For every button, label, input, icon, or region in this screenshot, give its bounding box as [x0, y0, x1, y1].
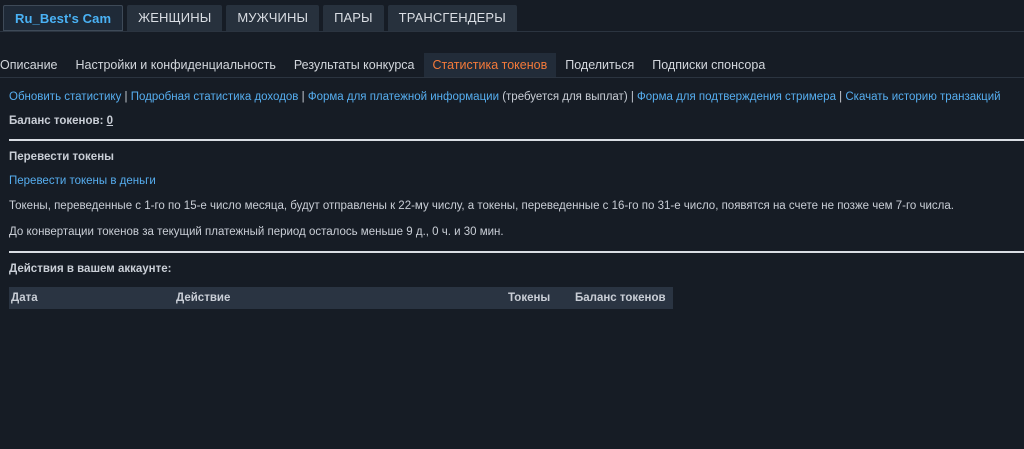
tab-token-stats[interactable]: Статистика токенов — [423, 53, 557, 77]
link-separator: | — [630, 91, 634, 103]
tab-couples[interactable]: ПАРЫ — [323, 5, 384, 31]
token-balance: Баланс токенов: 0 — [9, 115, 113, 127]
top-nav: Ru_Best's Cam ЖЕНЩИНЫ МУЖЧИНЫ ПАРЫ ТРАНС… — [3, 5, 521, 31]
activity-title: Действия в вашем аккаунте: — [9, 263, 172, 275]
token-balance-value: 0 — [106, 115, 114, 127]
convert-tokens-link[interactable]: Перевести токены в деньги — [9, 175, 156, 187]
col-action: Действие — [176, 292, 231, 304]
tab-contest-results[interactable]: Результаты конкурса — [285, 53, 424, 77]
tab-men[interactable]: МУЖЧИНЫ — [226, 5, 320, 31]
tab-description[interactable]: Описание — [0, 53, 67, 77]
link-separator: | — [124, 91, 128, 103]
section-divider — [9, 139, 1024, 141]
stats-links: Обновить статистику | Подробная статисти… — [9, 91, 1001, 103]
download-history-link[interactable]: Скачать историю транзакций — [845, 91, 1000, 103]
streamer-form-link[interactable]: Форма для подтверждения стримера — [637, 91, 836, 103]
convert-title: Перевести токены — [9, 151, 114, 163]
tab-share[interactable]: Поделиться — [556, 53, 643, 77]
convert-info-text: Токены, переведенные с 1-го по 15-е числ… — [9, 200, 954, 212]
tab-room[interactable]: Ru_Best's Cam — [3, 5, 124, 31]
col-date: Дата — [11, 292, 38, 304]
payment-note: (требуется для выплат) — [499, 91, 631, 103]
link-separator: | — [839, 91, 843, 103]
tab-settings-privacy[interactable]: Настройки и конфиденциальность — [67, 53, 285, 77]
tab-sponsor-subscriptions[interactable]: Подписки спонсора — [643, 53, 774, 77]
sub-nav: Описание Настройки и конфиденциальность … — [0, 53, 774, 77]
payment-form-link[interactable]: Форма для платежной информации — [308, 91, 499, 103]
activity-table-header: Дата Действие Токены Баланс токенов — [9, 287, 673, 309]
sub-divider — [0, 77, 1024, 78]
col-tokens: Токены — [508, 292, 551, 304]
col-balance: Баланс токенов — [575, 292, 666, 304]
tab-women[interactable]: ЖЕНЩИНЫ — [127, 5, 223, 31]
income-stats-link[interactable]: Подробная статистика доходов — [131, 91, 299, 103]
refresh-stats-link[interactable]: Обновить статистику — [9, 91, 121, 103]
tab-trans[interactable]: ТРАНСГЕНДЕРЫ — [387, 5, 517, 31]
top-divider — [0, 31, 1024, 32]
convert-remaining-text: До конвертации токенов за текущий платеж… — [9, 226, 504, 238]
token-balance-label: Баланс токенов: — [9, 115, 107, 127]
section-divider — [9, 251, 1024, 253]
link-separator: | — [301, 91, 305, 103]
